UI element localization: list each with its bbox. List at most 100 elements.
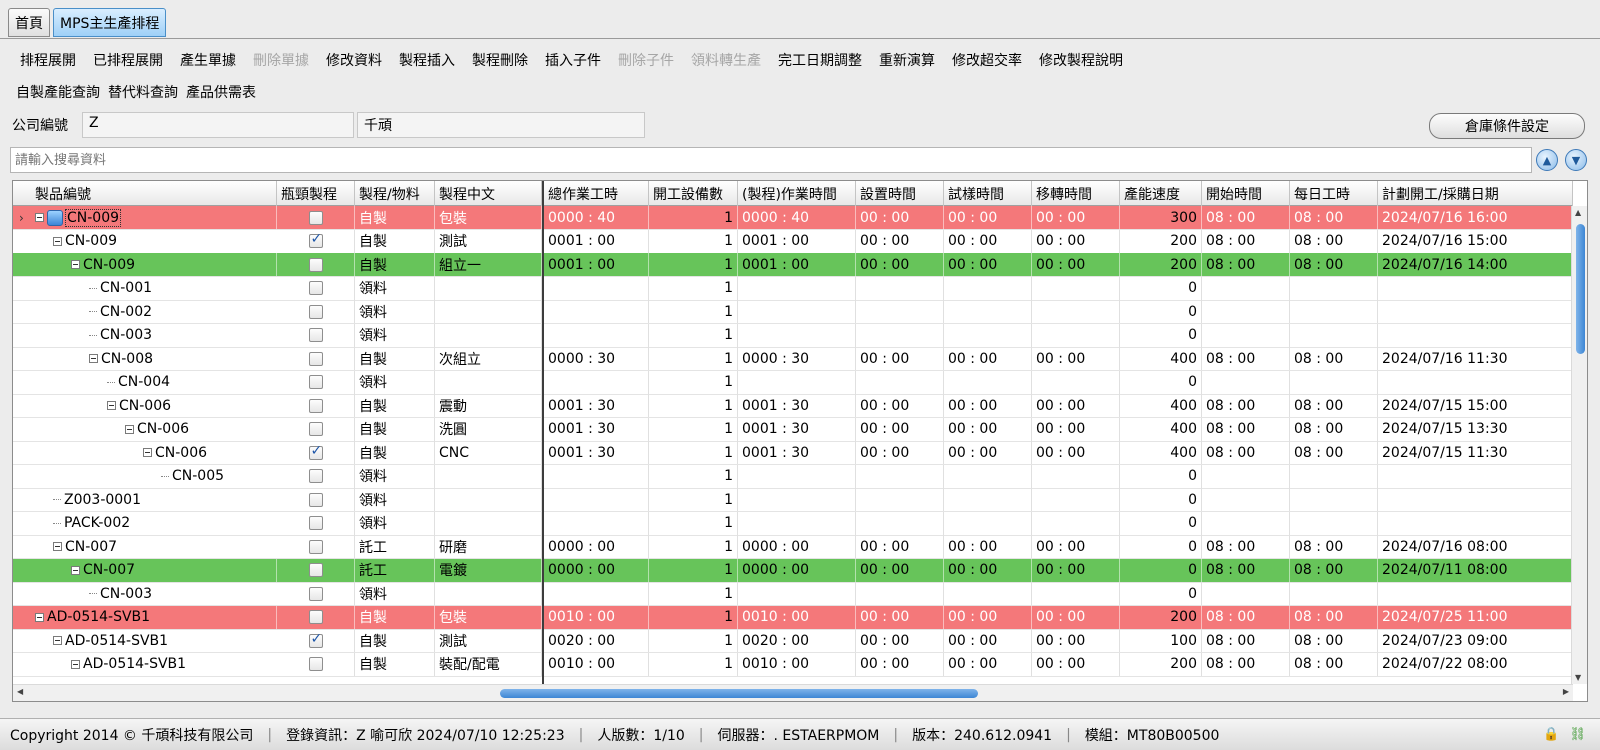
cell-type[interactable]: 自製 — [355, 253, 435, 276]
bottleneck-cell[interactable] — [277, 582, 355, 605]
search-input[interactable] — [15, 151, 1527, 169]
cell-setup[interactable]: 00 : 00 — [856, 347, 944, 370]
cell-move[interactable] — [1032, 488, 1120, 511]
tree-cell[interactable]: CN-004 — [13, 371, 277, 394]
cell-dev[interactable]: 1 — [649, 206, 738, 229]
cell-proc[interactable] — [435, 464, 542, 488]
cell-start[interactable]: 08 : 00 — [1202, 629, 1290, 652]
toolbar-button-row1-1[interactable]: 已排程展開 — [85, 50, 172, 70]
cell-speed[interactable]: 400 — [1120, 417, 1202, 441]
cell-move[interactable]: 00 : 00 — [1032, 253, 1120, 276]
bottleneck-cell[interactable] — [277, 300, 355, 323]
bottleneck-checkbox[interactable] — [308, 563, 323, 577]
column-header-8[interactable]: 試樣時間 — [944, 181, 1032, 206]
bottleneck-checkbox[interactable] — [308, 351, 323, 366]
cell-daily[interactable]: 08 : 00 — [1290, 417, 1378, 441]
cell-date[interactable]: 2024/07/16 15:00 — [1378, 229, 1573, 253]
table-row[interactable]: CN-003 領料 1 0 — [13, 582, 1573, 606]
cell-trial[interactable]: 00 : 00 — [944, 253, 1032, 276]
bottleneck-checkbox[interactable] — [308, 328, 323, 342]
column-header-0[interactable]: 製品編號 — [13, 181, 277, 206]
cell-date[interactable]: 2024/07/15 11:30 — [1378, 441, 1573, 464]
cell-trial[interactable]: 00 : 00 — [944, 206, 1032, 229]
bottleneck-cell[interactable] — [277, 206, 355, 229]
cell-setup[interactable]: 00 : 00 — [856, 441, 944, 464]
cell-total[interactable]: 0001 : 30 — [544, 394, 649, 417]
cell-trial[interactable]: 00 : 00 — [944, 652, 1032, 676]
cell-date[interactable] — [1378, 488, 1573, 511]
cell-proc[interactable] — [435, 511, 542, 535]
cell-start[interactable]: 08 : 00 — [1202, 394, 1290, 417]
cell-total[interactable] — [544, 582, 649, 605]
cell-daily[interactable] — [1290, 370, 1378, 394]
cell-trial[interactable] — [944, 323, 1032, 347]
cell-total[interactable] — [544, 488, 649, 511]
cell-daily[interactable] — [1290, 323, 1378, 347]
bottleneck-cell[interactable] — [277, 652, 355, 676]
cell-type[interactable]: 領料 — [355, 488, 435, 511]
cell-proc[interactable]: 研磨 — [435, 535, 542, 558]
column-header-10[interactable]: 產能速度 — [1120, 181, 1202, 206]
toolbar-button-row1-4[interactable]: 修改資料 — [318, 50, 391, 70]
tab-1[interactable]: MPS主生產排程 — [53, 8, 167, 37]
collapse-icon[interactable] — [71, 565, 80, 575]
column-header-6[interactable]: (製程)作業時間 — [738, 181, 856, 206]
toolbar-button-row1-7[interactable]: 插入子件 — [537, 50, 610, 70]
cell-move[interactable] — [1032, 464, 1120, 488]
bottleneck-cell[interactable] — [277, 323, 355, 347]
scroll-right-icon[interactable]: ▶ — [1563, 687, 1569, 696]
cell-date[interactable] — [1378, 464, 1573, 488]
cell-work[interactable] — [738, 370, 856, 394]
toolbar-button-row2-1[interactable]: 替代料查詢 — [104, 82, 182, 102]
cell-total[interactable]: 0001 : 00 — [544, 253, 649, 276]
table-row[interactable]: PACK-002 領料 1 0 — [13, 511, 1573, 536]
cell-type[interactable]: 自製 — [355, 652, 435, 676]
cell-move[interactable] — [1032, 323, 1120, 347]
cell-trial[interactable] — [944, 300, 1032, 323]
cell-speed[interactable]: 0 — [1120, 511, 1202, 535]
cell-daily[interactable] — [1290, 276, 1378, 300]
cell-trial[interactable] — [944, 582, 1032, 605]
cell-type[interactable]: 領料 — [355, 511, 435, 535]
table-row[interactable]: › CN-009 自製 包裝 0000 : 40 1 0000 : 40 00 : 00 00 … — [13, 206, 1573, 230]
tree-cell[interactable]: CN-006 — [13, 418, 277, 441]
collapse-icon[interactable] — [53, 636, 62, 645]
cell-speed[interactable]: 300 — [1120, 206, 1202, 229]
tree-cell[interactable]: CN-009 — [13, 253, 277, 276]
cell-setup[interactable] — [856, 582, 944, 605]
cell-date[interactable]: 2024/07/15 13:30 — [1378, 417, 1573, 441]
cell-move[interactable]: 00 : 00 — [1032, 535, 1120, 558]
cell-speed[interactable]: 0 — [1120, 464, 1202, 488]
cell-trial[interactable]: 00 : 00 — [944, 417, 1032, 441]
cell-dev[interactable]: 1 — [649, 394, 738, 417]
cell-start[interactable]: 08 : 00 — [1202, 206, 1290, 229]
cell-date[interactable]: 2024/07/16 08:00 — [1378, 535, 1573, 558]
toolbar-button-row1-10[interactable]: 完工日期調整 — [770, 50, 871, 70]
cell-total[interactable] — [544, 511, 649, 535]
cell-type[interactable]: 託工 — [355, 535, 435, 558]
column-header-11[interactable]: 開始時間 — [1202, 181, 1290, 206]
cell-daily[interactable]: 08 : 00 — [1290, 629, 1378, 652]
cell-daily[interactable] — [1290, 300, 1378, 323]
toolbar-button-row1-13[interactable]: 修改製程說明 — [1031, 50, 1132, 70]
collapse-icon[interactable] — [107, 401, 116, 410]
table-row[interactable]: Z003-0001 領料 1 0 — [13, 488, 1573, 512]
cell-speed[interactable]: 400 — [1120, 394, 1202, 417]
cell-work[interactable]: 0001 : 00 — [738, 229, 856, 253]
tree-cell[interactable]: CN-008 — [13, 347, 277, 370]
cell-move[interactable]: 00 : 00 — [1032, 206, 1120, 229]
bottleneck-cell[interactable] — [277, 488, 355, 511]
bottleneck-checkbox[interactable] — [308, 631, 323, 648]
table-row[interactable]: CN-008 自製 次組立 0000 : 30 1 0000 : 30 00 : 00 00 … — [13, 347, 1573, 371]
toolbar-button-row1-5[interactable]: 製程插入 — [391, 50, 464, 70]
cell-move[interactable]: 00 : 00 — [1032, 441, 1120, 464]
cell-type[interactable]: 領料 — [355, 370, 435, 394]
bottleneck-checkbox[interactable] — [308, 492, 323, 507]
cell-total[interactable]: 0001 : 30 — [544, 441, 649, 464]
bottleneck-checkbox[interactable] — [308, 304, 323, 319]
cell-type[interactable]: 自製 — [355, 206, 435, 229]
lock-icon[interactable]: 🔒 — [1543, 727, 1559, 742]
cell-date[interactable]: 2024/07/25 11:00 — [1378, 605, 1573, 629]
cell-dev[interactable]: 1 — [649, 300, 738, 323]
cell-type[interactable]: 自製 — [355, 347, 435, 370]
